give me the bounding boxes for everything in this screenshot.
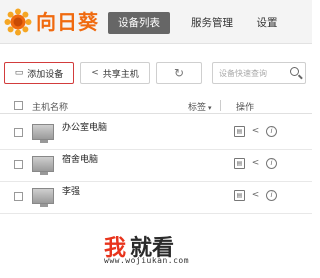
share-icon[interactable]: < — [250, 126, 261, 137]
column-header-ops: 操作 — [236, 103, 255, 113]
row-checkbox[interactable] — [14, 192, 23, 201]
refresh-button[interactable]: ↻ — [156, 62, 202, 84]
row-actions: ▤ < i — [234, 126, 277, 137]
share-icon: < — [91, 68, 99, 78]
info-icon[interactable]: i — [266, 126, 277, 137]
column-header-tag[interactable]: 标签 ▾ — [188, 100, 212, 113]
share-icon[interactable]: < — [250, 190, 261, 201]
computer-icon — [32, 188, 54, 207]
sort-arrow-icon: ▾ — [208, 104, 212, 112]
search-icon[interactable] — [290, 67, 299, 76]
computer-icon — [32, 156, 54, 175]
add-device-label: 添加设备 — [27, 69, 64, 80]
tab-service-management[interactable]: 服务管理 — [184, 12, 240, 34]
device-name[interactable]: 宿舍电脑 — [62, 152, 98, 165]
share-icon[interactable]: < — [250, 158, 261, 169]
device-name[interactable]: 办公室电脑 — [62, 120, 107, 133]
info-icon[interactable]: i — [266, 158, 277, 169]
share-host-button[interactable]: < 共享主机 — [80, 62, 150, 84]
device-name[interactable]: 李强 — [62, 184, 80, 197]
select-all-checkbox[interactable] — [14, 101, 23, 110]
row-checkbox[interactable] — [14, 128, 23, 137]
computer-icon — [32, 124, 54, 143]
brand-name: 向日葵 — [36, 10, 99, 34]
remote-desktop-icon[interactable]: ▤ — [234, 158, 245, 169]
column-divider — [220, 100, 221, 111]
remote-desktop-icon[interactable]: ▤ — [234, 126, 245, 137]
row-actions: ▤ < i — [234, 158, 277, 169]
tab-device-list[interactable]: 设备列表 — [108, 12, 170, 34]
row-checkbox[interactable] — [14, 160, 23, 169]
share-host-label: 共享主机 — [102, 69, 139, 80]
add-device-button[interactable]: ▭ 添加设备 — [4, 62, 74, 84]
toolbar: ▭ 添加设备 < 共享主机 ↻ — [0, 58, 312, 86]
table-row[interactable]: 李强 ▤ < i — [0, 182, 312, 214]
column-header-tag-label: 标签 — [188, 103, 207, 113]
remote-desktop-icon[interactable]: ▤ — [234, 190, 245, 201]
column-header-name: 主机名称 — [32, 103, 69, 113]
app-header: 向日葵 设备列表 服务管理 设置 — [0, 0, 312, 44]
info-icon[interactable]: i — [266, 190, 277, 201]
device-search[interactable] — [212, 62, 306, 84]
table-header: 主机名称 标签 ▾ 操作 — [0, 98, 312, 114]
table-row[interactable]: 办公室电脑 ▤ < i — [0, 118, 312, 150]
monitor-icon: ▭ — [14, 68, 24, 78]
refresh-icon: ↻ — [173, 66, 185, 80]
row-actions: ▤ < i — [234, 190, 277, 201]
table-row[interactable]: 宿舍电脑 ▤ < i — [0, 150, 312, 182]
device-search-input[interactable] — [219, 63, 295, 83]
watermark-url: www.wojiukan.com — [104, 256, 190, 265]
tab-settings[interactable]: 设置 — [252, 12, 282, 34]
watermark: 我 就看 www.wojiukan.com — [100, 230, 270, 270]
sunflower-logo-icon — [4, 8, 32, 36]
